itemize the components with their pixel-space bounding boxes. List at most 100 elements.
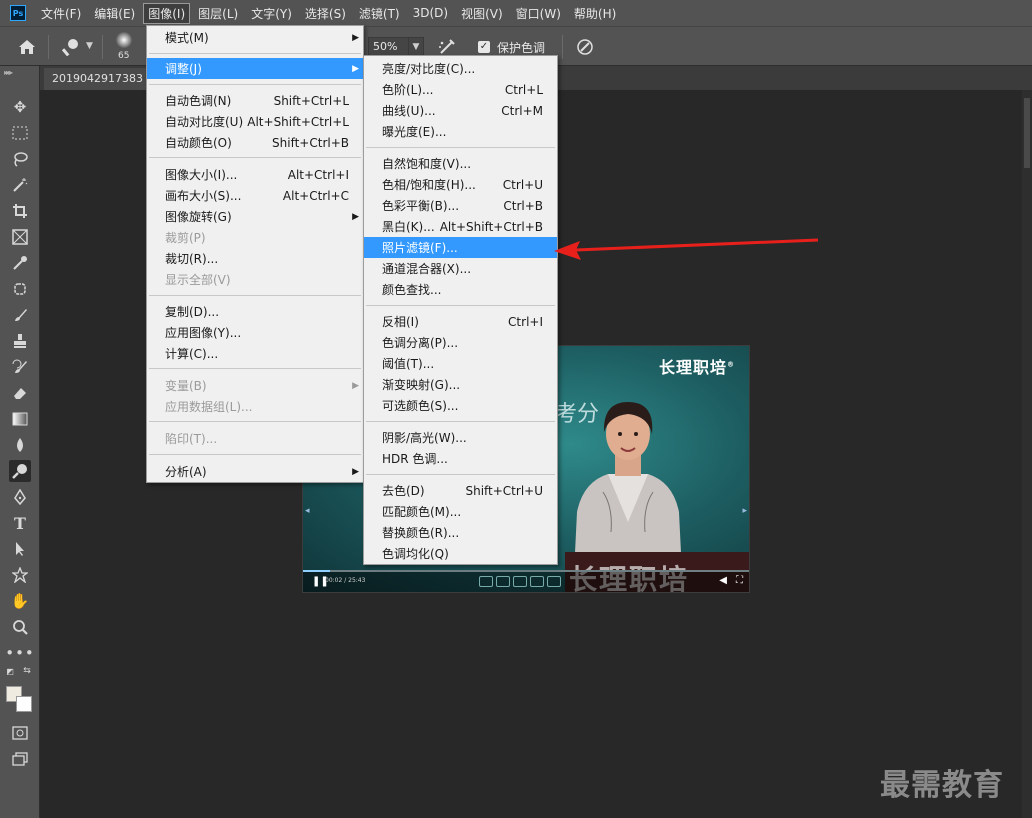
adjust-menu-item[interactable]: 阈值(T)... bbox=[364, 353, 557, 374]
chevron-right-icon: ▸ bbox=[742, 506, 747, 516]
quick-mask-icon[interactable] bbox=[9, 722, 31, 744]
exposure-chevron-down-icon[interactable]: ▼ bbox=[408, 37, 424, 57]
image-menu-item-label: 画布大小(S)... bbox=[165, 189, 242, 203]
gradient-tool-icon[interactable] bbox=[9, 408, 31, 430]
image-menu-item[interactable]: 分析(A) ▶ bbox=[147, 461, 363, 482]
dodge-tool-icon[interactable] bbox=[9, 460, 31, 482]
adjust-menu-item[interactable]: 可选颜色(S)... bbox=[364, 395, 557, 416]
type-tool-icon[interactable]: T bbox=[9, 512, 31, 534]
image-menu-item-label: 应用图像(Y)... bbox=[165, 326, 242, 340]
brush-tool-icon[interactable] bbox=[9, 304, 31, 326]
image-menu-item[interactable]: 计算(C)... bbox=[147, 343, 363, 364]
adjust-menu-item-label: 亮度/对比度(C)... bbox=[382, 62, 476, 76]
clone-stamp-icon[interactable] bbox=[9, 330, 31, 352]
adjust-menu-item[interactable]: 照片滤镜(F)... bbox=[364, 237, 557, 258]
hand-tool-icon[interactable]: ✋ bbox=[9, 590, 31, 612]
adjust-menu-item[interactable]: 曲线(U)... Ctrl+M bbox=[364, 100, 557, 121]
dodge-tool-icon[interactable] bbox=[62, 38, 80, 56]
adjustments-submenu: 亮度/对比度(C)... 色阶(L)... Ctrl+L 曲线(U)... Ctrl+M… bbox=[363, 55, 558, 565]
history-brush-icon[interactable] bbox=[9, 356, 31, 378]
menu-edit[interactable]: 编辑(E) bbox=[89, 3, 140, 24]
image-menu-item[interactable]: 裁切(R)... bbox=[147, 248, 363, 269]
menu-image[interactable]: 图像(I) bbox=[143, 2, 191, 24]
adjust-menu-item-label: 替换颜色(R)... bbox=[382, 526, 460, 540]
brush-preview-icon[interactable] bbox=[116, 32, 132, 48]
path-selection-icon[interactable] bbox=[9, 538, 31, 560]
menu-type[interactable]: 文字(Y) bbox=[246, 3, 297, 24]
adjust-menu-item[interactable]: 渐变映射(G)... bbox=[364, 374, 557, 395]
adjust-menu-item[interactable]: HDR 色调... bbox=[364, 448, 557, 469]
image-menu-item[interactable]: 应用图像(Y)... bbox=[147, 322, 363, 343]
custom-shape-icon[interactable] bbox=[9, 564, 31, 586]
adjust-menu-item[interactable]: 色相/饱和度(H)... Ctrl+U bbox=[364, 174, 557, 195]
adjust-menu-item-label: 匹配颜色(M)... bbox=[382, 505, 462, 519]
magic-wand-icon[interactable] bbox=[9, 174, 31, 196]
image-menu-item[interactable]: 复制(D)... bbox=[147, 301, 363, 322]
exposure-input[interactable]: 50% bbox=[368, 37, 410, 57]
adjust-menu-item[interactable]: 去色(D) Shift+Ctrl+U bbox=[364, 480, 557, 501]
scrollbar-thumb[interactable] bbox=[1024, 98, 1030, 168]
adjust-menu-item[interactable]: 阴影/高光(W)... bbox=[364, 427, 557, 448]
image-menu-item[interactable]: 自动颜色(O) Shift+Ctrl+B bbox=[147, 132, 363, 153]
submenu-arrow-icon: ▶ bbox=[352, 466, 359, 477]
adjust-menu-item[interactable]: 色调均化(Q) bbox=[364, 543, 557, 564]
adjust-menu-item[interactable]: 颜色查找... bbox=[364, 279, 557, 300]
marquee-tool-icon[interactable] bbox=[9, 122, 31, 144]
image-menu-item[interactable]: 模式(M) ▶ bbox=[147, 27, 363, 48]
eraser-icon[interactable] bbox=[9, 382, 31, 404]
blur-tool-icon[interactable] bbox=[9, 434, 31, 456]
adjust-menu-item-label: 自然饱和度(V)... bbox=[382, 157, 472, 171]
healing-brush-icon[interactable] bbox=[9, 278, 31, 300]
background-color-swatch[interactable] bbox=[16, 696, 32, 712]
adjust-menu-item[interactable]: 亮度/对比度(C)... bbox=[364, 58, 557, 79]
adjust-menu-item[interactable]: 通道混合器(X)... bbox=[364, 258, 557, 279]
menu-file[interactable]: 文件(F) bbox=[36, 3, 86, 24]
adjust-menu-item[interactable]: 反相(I) Ctrl+I bbox=[364, 311, 557, 332]
airbrush-icon[interactable] bbox=[438, 38, 456, 56]
home-icon[interactable] bbox=[18, 39, 36, 55]
move-tool-icon[interactable]: ✥ bbox=[9, 96, 31, 118]
menu-filter[interactable]: 滤镜(T) bbox=[354, 3, 405, 24]
vertical-scrollbar[interactable] bbox=[1022, 90, 1032, 818]
channel-logo-text: 长理职培 bbox=[658, 358, 727, 377]
image-menu-item[interactable]: 图像旋转(G) ▶ bbox=[147, 206, 363, 227]
swap-colors-icon[interactable]: ⇆ bbox=[22, 666, 32, 676]
adjust-menu-item[interactable]: 色彩平衡(B)... Ctrl+B bbox=[364, 195, 557, 216]
panel-grip-icon[interactable]: ▸▸ bbox=[4, 68, 12, 77]
image-menu-item[interactable]: 自动对比度(U) Alt+Shift+Ctrl+L bbox=[147, 111, 363, 132]
video-button-icon bbox=[496, 576, 510, 587]
pressure-size-icon[interactable] bbox=[576, 38, 594, 56]
frame-tool-icon[interactable] bbox=[9, 226, 31, 248]
crop-tool-icon[interactable] bbox=[9, 200, 31, 222]
adjust-menu-item[interactable]: 黑白(K)... Alt+Shift+Ctrl+B bbox=[364, 216, 557, 237]
tool-preset-chevron-down-icon[interactable]: ▼ bbox=[86, 41, 93, 51]
more-tools-icon[interactable]: ••• bbox=[5, 642, 34, 664]
pen-tool-icon[interactable] bbox=[9, 486, 31, 508]
menu-select[interactable]: 选择(S) bbox=[300, 3, 351, 24]
adjust-menu-item[interactable]: 替换颜色(R)... bbox=[364, 522, 557, 543]
adjust-menu-item[interactable]: 色阶(L)... Ctrl+L bbox=[364, 79, 557, 100]
menu-help[interactable]: 帮助(H) bbox=[569, 3, 621, 24]
zoom-tool-icon[interactable] bbox=[9, 616, 31, 638]
menu-layer[interactable]: 图层(L) bbox=[193, 3, 243, 24]
image-menu-item[interactable]: 自动色调(N) Shift+Ctrl+L bbox=[147, 90, 363, 111]
adjust-menu-item-shortcut: Ctrl+L bbox=[504, 82, 543, 97]
screen-mode-icon[interactable] bbox=[9, 748, 31, 770]
image-menu-item[interactable]: 画布大小(S)... Alt+Ctrl+C bbox=[147, 185, 363, 206]
image-menu-item[interactable]: 调整(J) ▶ bbox=[147, 58, 363, 79]
submenu-arrow-icon: ▶ bbox=[352, 380, 359, 391]
menu-3d[interactable]: 3D(D) bbox=[408, 4, 453, 22]
adjust-menu-item[interactable]: 匹配颜色(M)... bbox=[364, 501, 557, 522]
menu-window[interactable]: 窗口(W) bbox=[511, 3, 566, 24]
adjust-menu-item[interactable]: 色调分离(P)... bbox=[364, 332, 557, 353]
adjust-menu-item[interactable]: 自然饱和度(V)... bbox=[364, 153, 557, 174]
image-menu-item[interactable]: 图像大小(I)... Alt+Ctrl+I bbox=[147, 164, 363, 185]
adjust-menu-item[interactable]: 曝光度(E)... bbox=[364, 121, 557, 142]
eyedropper-icon[interactable] bbox=[9, 252, 31, 274]
lasso-tool-icon[interactable] bbox=[9, 148, 31, 170]
protect-tones-checkbox[interactable]: ✓ bbox=[478, 41, 490, 53]
default-colors-icon[interactable]: ◩ bbox=[5, 666, 15, 676]
menu-view[interactable]: 视图(V) bbox=[456, 3, 508, 24]
image-menu-item-label: 自动颜色(O) bbox=[165, 136, 232, 150]
adjust-menu-item-label: 曲线(U)... bbox=[382, 104, 436, 118]
